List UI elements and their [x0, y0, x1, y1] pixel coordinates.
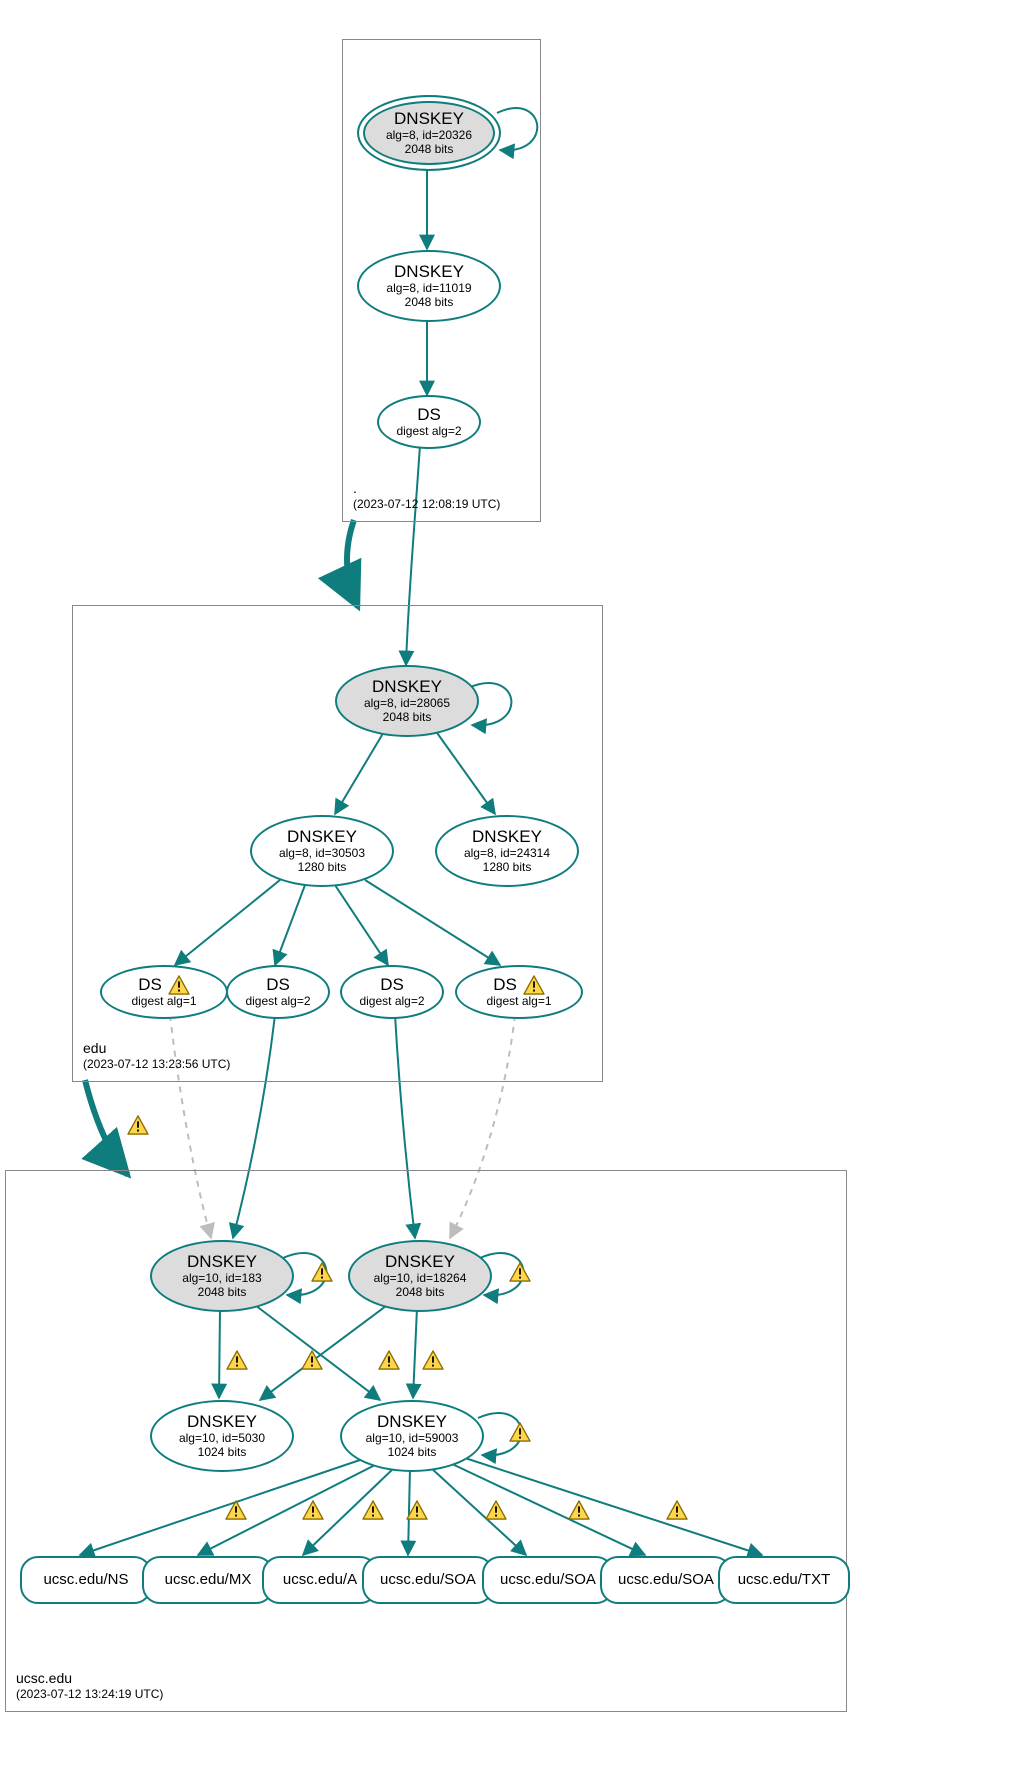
ucsc-dnskey-18264: DNSKEY alg=10, id=18264 2048 bits [348, 1240, 492, 1312]
zone-edu-domain: edu [83, 1039, 230, 1057]
warning-icon [301, 1350, 323, 1370]
edu-ds-4: DS digest alg=1 [455, 965, 583, 1019]
zone-root-label: . (2023-07-12 12:08:19 UTC) [353, 479, 500, 513]
rr-soa1: ucsc.edu/SOA [362, 1556, 494, 1604]
warning-icon [485, 1500, 507, 1520]
root-dnskey-20326: DNSKEY alg=8, id=20326 2048 bits [357, 95, 501, 171]
warning-icon [311, 1262, 333, 1282]
zone-edu-label: edu (2023-07-12 13:23:56 UTC) [83, 1039, 230, 1073]
dnssec-diagram: . (2023-07-12 12:08:19 UTC) edu (2023-07… [0, 0, 1023, 1772]
edu-dnskey-24314: DNSKEY alg=8, id=24314 1280 bits [435, 815, 579, 887]
ucsc-dnskey-183: DNSKEY alg=10, id=183 2048 bits [150, 1240, 294, 1312]
node-alg: alg=10, id=18264 [374, 1272, 467, 1286]
warning-icon [168, 975, 190, 995]
rr-soa2: ucsc.edu/SOA [482, 1556, 614, 1604]
node-bits: 1280 bits [298, 861, 347, 875]
edu-ds-2: DS digest alg=2 [226, 965, 330, 1019]
node-bits: 2048 bits [383, 711, 432, 725]
warning-icon [225, 1500, 247, 1520]
node-alg: alg=8, id=24314 [464, 847, 550, 861]
node-alg: alg=10, id=5030 [179, 1432, 265, 1446]
warning-icon [406, 1500, 428, 1520]
rr-label: ucsc.edu/NS [43, 1571, 128, 1588]
rr-label: ucsc.edu/SOA [380, 1571, 476, 1588]
node-title: DS [380, 975, 404, 995]
edu-dnskey-28065: DNSKEY alg=8, id=28065 2048 bits [335, 665, 479, 737]
node-title: DNSKEY [385, 1252, 455, 1272]
node-alg: alg=10, id=59003 [366, 1432, 459, 1446]
edu-ds-3: DS digest alg=2 [340, 965, 444, 1019]
warning-icon [422, 1350, 444, 1370]
node-alg: alg=8, id=20326 [386, 129, 472, 143]
rr-label: ucsc.edu/A [283, 1571, 357, 1588]
warning-icon [568, 1500, 590, 1520]
node-bits: 2048 bits [198, 1286, 247, 1300]
warning-icon [362, 1500, 384, 1520]
root-ds: DS digest alg=2 [377, 395, 481, 449]
node-digest: digest alg=1 [131, 995, 196, 1009]
warning-icon [127, 1115, 149, 1135]
rr-ns: ucsc.edu/NS [20, 1556, 152, 1604]
warning-icon [509, 1422, 531, 1442]
zone-ucsc-domain: ucsc.edu [16, 1669, 163, 1687]
node-title: DS [493, 975, 517, 995]
rr-soa3: ucsc.edu/SOA [600, 1556, 732, 1604]
zone-ucsc-label: ucsc.edu (2023-07-12 13:24:19 UTC) [16, 1669, 163, 1703]
warning-icon [378, 1350, 400, 1370]
node-bits: 2048 bits [405, 143, 454, 157]
zone-root-domain: . [353, 479, 500, 497]
node-alg: alg=8, id=11019 [386, 282, 471, 296]
warning-icon [509, 1262, 531, 1282]
ucsc-dnskey-5030: DNSKEY alg=10, id=5030 1024 bits [150, 1400, 294, 1472]
node-bits: 1280 bits [483, 861, 532, 875]
rr-label: ucsc.edu/TXT [738, 1571, 831, 1588]
warning-icon [666, 1500, 688, 1520]
zone-edu-timestamp: (2023-07-12 13:23:56 UTC) [83, 1057, 230, 1073]
node-title: DNSKEY [287, 827, 357, 847]
node-title: DS [266, 975, 290, 995]
edu-ds-1: DS digest alg=1 [100, 965, 228, 1019]
zone-ucsc-timestamp: (2023-07-12 13:24:19 UTC) [16, 1687, 163, 1703]
rr-label: ucsc.edu/SOA [500, 1571, 596, 1588]
root-dnskey-11019: DNSKEY alg=8, id=11019 2048 bits [357, 250, 501, 322]
node-bits: 1024 bits [198, 1446, 247, 1460]
rr-txt: ucsc.edu/TXT [718, 1556, 850, 1604]
node-title: DNSKEY [472, 827, 542, 847]
node-bits: 2048 bits [405, 296, 454, 310]
node-bits: 1024 bits [388, 1446, 437, 1460]
rr-label: ucsc.edu/SOA [618, 1571, 714, 1588]
warning-icon [523, 975, 545, 995]
node-alg: alg=8, id=28065 [364, 697, 450, 711]
node-alg: alg=8, id=30503 [279, 847, 365, 861]
node-digest: digest alg=2 [245, 995, 310, 1009]
node-title: DNSKEY [372, 677, 442, 697]
zone-root-timestamp: (2023-07-12 12:08:19 UTC) [353, 497, 500, 513]
node-digest: digest alg=1 [486, 995, 551, 1009]
node-title: DNSKEY [187, 1412, 257, 1432]
rr-label: ucsc.edu/MX [165, 1571, 252, 1588]
warning-icon [302, 1500, 324, 1520]
node-title: DNSKEY [187, 1252, 257, 1272]
node-title: DNSKEY [377, 1412, 447, 1432]
node-title: DS [138, 975, 162, 995]
edu-dnskey-30503: DNSKEY alg=8, id=30503 1280 bits [250, 815, 394, 887]
node-alg: alg=10, id=183 [182, 1272, 261, 1286]
node-bits: 2048 bits [396, 1286, 445, 1300]
node-title: DNSKEY [394, 109, 464, 129]
node-title: DNSKEY [394, 262, 464, 282]
ucsc-dnskey-59003: DNSKEY alg=10, id=59003 1024 bits [340, 1400, 484, 1472]
node-title: DS [417, 405, 441, 425]
rr-mx: ucsc.edu/MX [142, 1556, 274, 1604]
warning-icon [226, 1350, 248, 1370]
node-digest: digest alg=2 [359, 995, 424, 1009]
rr-a: ucsc.edu/A [262, 1556, 378, 1604]
node-digest: digest alg=2 [396, 425, 461, 439]
